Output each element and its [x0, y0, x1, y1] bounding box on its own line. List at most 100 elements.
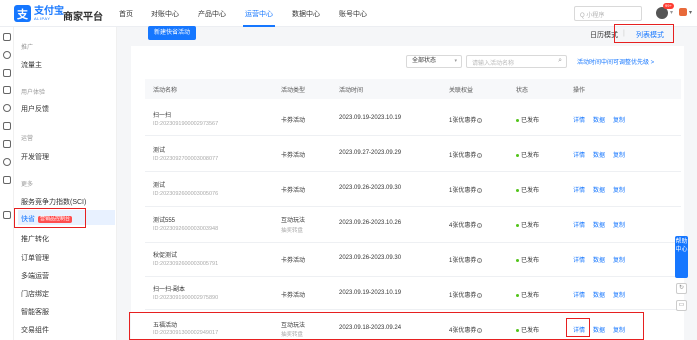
new-activity-button[interactable]: 新建快省活动: [148, 26, 196, 40]
copy-link[interactable]: 复制: [613, 255, 625, 264]
data-link[interactable]: 数据: [593, 185, 605, 194]
sidebar-item-store[interactable]: 门店绑定: [21, 289, 49, 299]
info-icon[interactable]: i: [477, 222, 483, 228]
info-icon[interactable]: i: [477, 257, 483, 263]
detail-link[interactable]: 详情: [573, 115, 585, 124]
service-icon[interactable]: [3, 158, 11, 166]
global-search-input[interactable]: Q 小程序: [580, 10, 604, 19]
row-status: 已发布: [516, 185, 539, 194]
nav-account[interactable]: 账号中心: [339, 9, 367, 19]
row-type: 卡券活动: [281, 153, 306, 159]
data-link[interactable]: 数据: [593, 290, 605, 299]
row-time: 2023.09.26-2023.09.30: [339, 185, 402, 191]
row-status-text: 已发布: [521, 118, 540, 124]
sidebar-item-conversion[interactable]: 推广转化: [21, 234, 49, 244]
detail-link[interactable]: 详情: [573, 255, 585, 264]
alipay-logo[interactable]: 支 支付宝 ALIPAY: [14, 5, 64, 22]
data-link[interactable]: 数据: [593, 255, 605, 264]
activity-search-input[interactable]: 请输入活动名称 ⌕: [466, 55, 567, 68]
row-benefit-text: 1张优惠券: [449, 258, 477, 264]
sidebar-item-dev[interactable]: 开发管理: [21, 152, 49, 162]
row-type: 卡券活动: [281, 188, 306, 194]
status-select-value: 全部状态: [412, 58, 437, 64]
row-divider: [145, 276, 681, 277]
data-link[interactable]: 数据: [593, 150, 605, 159]
grid-icon[interactable]: [3, 211, 11, 219]
nav-operations[interactable]: 运营中心: [245, 9, 273, 19]
tag-icon[interactable]: [3, 140, 11, 148]
alipay-logo-icon: 支: [14, 5, 31, 22]
table-header: [145, 79, 681, 99]
row-divider: [145, 171, 681, 172]
row-type: 卡券活动: [281, 258, 306, 264]
th-ops: 操作: [573, 88, 586, 94]
row-type: 卡券活动: [281, 293, 306, 299]
user-menu-icon[interactable]: [679, 8, 687, 16]
icon-rail: [0, 27, 14, 340]
copy-link[interactable]: 复制: [613, 150, 625, 159]
data-link[interactable]: 数据: [593, 220, 605, 229]
th-benefit: 关联权益: [449, 88, 474, 94]
row-benefit-text: 1张优惠券: [449, 153, 477, 159]
nav-products[interactable]: 产品中心: [198, 9, 226, 19]
data-link[interactable]: 数据: [593, 115, 605, 124]
chart-icon[interactable]: [3, 176, 11, 184]
highlight-box-sidebar: [14, 208, 86, 228]
sidebar-item-feedback[interactable]: 用户反馈: [21, 104, 49, 114]
sidebar-item-orders[interactable]: 订单管理: [21, 253, 49, 263]
row-divider: [145, 242, 681, 243]
chevron-down-icon[interactable]: ▾: [670, 9, 673, 16]
row-id: ID:2023092600003005076: [153, 191, 219, 197]
refresh-icon[interactable]: ↻: [676, 283, 687, 294]
detail-link[interactable]: 详情: [573, 150, 585, 159]
info-icon[interactable]: i: [477, 187, 483, 193]
th-type: 活动类型: [281, 88, 306, 94]
sidebar-item-trade[interactable]: 交易组件: [21, 325, 49, 335]
nav-home[interactable]: 首页: [119, 9, 133, 19]
row-type: 卡券活动: [281, 118, 306, 124]
th-status: 状态: [516, 88, 529, 94]
row-type-sub: 抽奖转盘: [281, 228, 304, 234]
settings-icon[interactable]: [3, 104, 11, 112]
detail-link[interactable]: 详情: [573, 290, 585, 299]
sidebar-item-cs[interactable]: 智能客服: [21, 307, 49, 317]
detail-link[interactable]: 详情: [573, 185, 585, 194]
row-divider: [145, 135, 681, 136]
bag-icon[interactable]: [3, 86, 11, 94]
row-benefit-text: 1张优惠券: [449, 188, 477, 194]
row-status: 已发布: [516, 290, 539, 299]
globe-icon[interactable]: [3, 51, 11, 59]
detail-link[interactable]: 详情: [573, 220, 585, 229]
status-dot-icon: [516, 223, 519, 227]
info-icon[interactable]: i: [477, 152, 483, 158]
global-search[interactable]: Q 小程序: [574, 6, 642, 21]
sidebar-item-sci[interactable]: 服务竞争力指数(SCI): [21, 197, 86, 207]
info-icon[interactable]: i: [477, 292, 483, 298]
row-time: 2023.09.27-2023.09.29: [339, 150, 402, 156]
info-icon[interactable]: i: [477, 117, 483, 123]
row-time: 2023.09.26-2023.10.26: [339, 220, 402, 226]
cloud-icon[interactable]: [3, 122, 11, 130]
priority-hint-link[interactable]: 活动时间中间可调整优先级 >: [577, 57, 654, 66]
nav-data[interactable]: 数据中心: [292, 9, 320, 19]
help-center-button[interactable]: 帮助中心: [675, 236, 688, 278]
row-status: 已发布: [516, 115, 539, 124]
search-icon[interactable]: ⌕: [558, 57, 562, 65]
copy-link[interactable]: 复制: [613, 185, 625, 194]
sidebar-item-traffic[interactable]: 流量主: [21, 60, 42, 70]
app-icon[interactable]: [3, 33, 11, 41]
copy-link[interactable]: 复制: [613, 220, 625, 229]
copy-link[interactable]: 复制: [613, 115, 625, 124]
highlight-box-list-mode: [614, 24, 674, 43]
document-icon[interactable]: [3, 69, 11, 77]
feedback-icon[interactable]: ▭: [676, 300, 687, 311]
row-status-text: 已发布: [521, 258, 540, 264]
copy-link[interactable]: 复制: [613, 290, 625, 299]
row-name: 测试555: [153, 218, 176, 224]
row-name: 秋促测试: [153, 253, 178, 259]
row-type: 互动玩法: [281, 218, 306, 224]
user-menu-chevron-icon[interactable]: ▾: [689, 9, 692, 16]
nav-reconcile[interactable]: 对账中心: [151, 9, 179, 19]
status-select[interactable]: 全部状态 ▾: [406, 55, 462, 68]
sidebar-item-multi[interactable]: 多端运营: [21, 271, 49, 281]
